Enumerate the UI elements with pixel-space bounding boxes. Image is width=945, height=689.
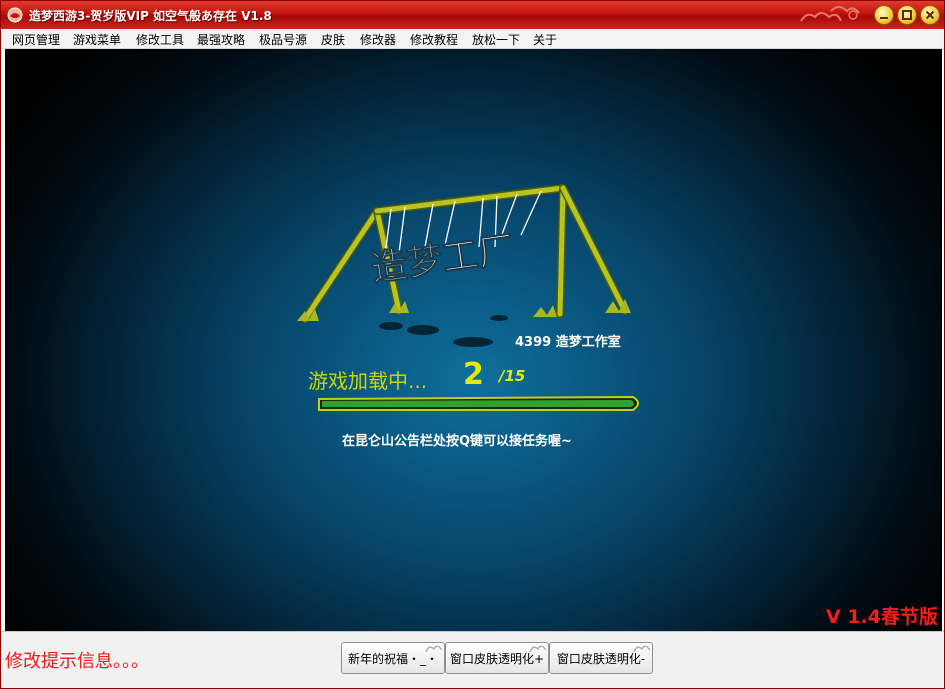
loading-label: 游戏加载中...: [308, 369, 428, 393]
menu-item-strategy[interactable]: 最强攻略: [197, 31, 245, 48]
menu-item-about[interactable]: 关于: [533, 31, 557, 48]
loading-total: /15: [499, 367, 526, 385]
close-button[interactable]: [920, 5, 940, 25]
window-title: 造梦西游3-贺岁版VIP 如空气般あ存在 V1.8: [29, 9, 272, 23]
loading-progress-fill: [322, 400, 634, 407]
menu-item-trainer[interactable]: 修改器: [360, 31, 396, 48]
minimize-button[interactable]: [874, 5, 894, 25]
restore-icon: [902, 10, 912, 20]
skin-transparency-decrease-button[interactable]: 窗口皮肤透明化-: [549, 642, 653, 674]
skin-transparency-increase-button[interactable]: 窗口皮肤透明化+: [445, 642, 549, 674]
loading-progress-bar: [318, 395, 639, 411]
version-label: V 1.4春节版: [826, 606, 938, 628]
loading-tip: 在昆仑山公告栏处按Q键可以接任务喔~: [342, 434, 572, 449]
app-icon: [7, 7, 23, 23]
menu-item-web-manage[interactable]: 网页管理: [12, 31, 60, 48]
new-year-greeting-button[interactable]: 新年的祝福・_・: [341, 642, 445, 674]
minimize-icon: [880, 17, 888, 19]
app-window: 造梦西游3-贺岁版VIP 如空气般あ存在 V1.8 网页管理 游戏菜单 修改工具…: [0, 0, 945, 689]
status-bar: 修改提示信息。。。 新年的祝福・_・ 窗口皮肤透明化+ 窗口皮肤透明化-: [1, 631, 944, 688]
cloud-curl-icon: [529, 645, 547, 653]
status-message: 修改提示信息。。。: [5, 651, 149, 672]
restore-button[interactable]: [897, 5, 917, 25]
studio-label: 4399 造梦工作室: [515, 335, 621, 350]
menu-item-modify-tools[interactable]: 修改工具: [136, 31, 184, 48]
logo-text: 造梦工厂: [369, 229, 517, 290]
menu-item-game-menu[interactable]: 游戏菜单: [73, 31, 121, 48]
cloud-curl-icon: [633, 645, 651, 653]
title-bar[interactable]: 造梦西游3-贺岁版VIP 如空气般あ存在 V1.8: [1, 1, 944, 29]
menu-item-accounts[interactable]: 极品号源: [259, 31, 307, 48]
cloud-decoration-icon: [800, 6, 860, 22]
game-viewport[interactable]: 造梦工厂 4399 造梦工作室 游戏加载中... 2 /15 在昆仑山公告栏处按…: [5, 49, 942, 631]
menu-bar: 网页管理 游戏菜单 修改工具 最强攻略 极品号源 皮肤 修改器 修改教程 放松一…: [1, 29, 944, 49]
close-icon: [925, 10, 935, 20]
menu-item-relax[interactable]: 放松一下: [472, 31, 520, 48]
swing-logo: 造梦工厂: [297, 184, 631, 347]
menu-item-skin[interactable]: 皮肤: [321, 31, 345, 48]
menu-item-tutorial[interactable]: 修改教程: [410, 31, 458, 48]
loading-count: 2: [463, 357, 484, 392]
cloud-curl-icon: [425, 645, 443, 653]
